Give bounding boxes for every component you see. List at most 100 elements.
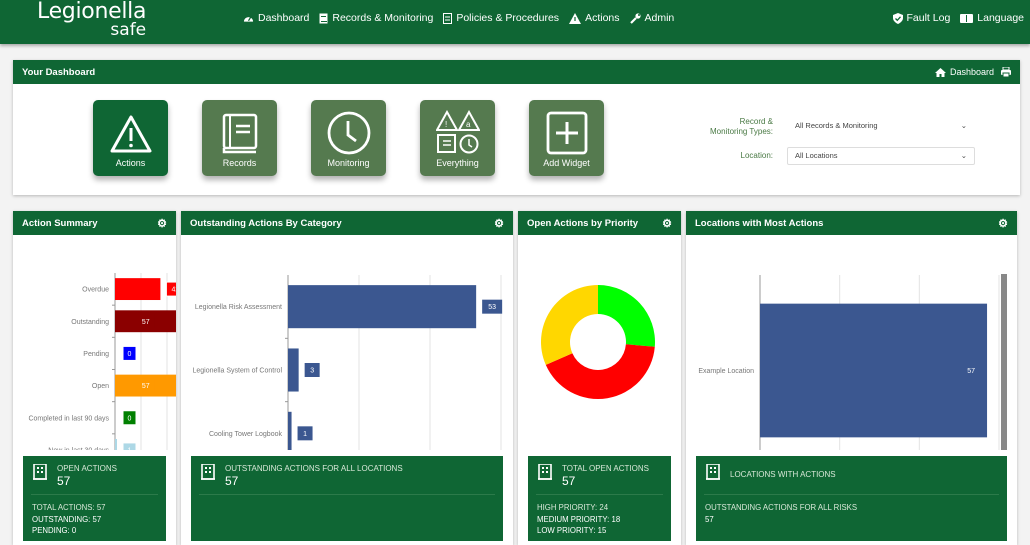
- gear-icon[interactable]: ⚙: [998, 217, 1008, 230]
- location-select[interactable]: All Locations ⌄: [787, 147, 975, 165]
- nav-dashboard[interactable]: Dashboard: [243, 12, 309, 24]
- warning-icon: [110, 115, 151, 153]
- widget-title: Locations with Most Actions: [695, 217, 824, 229]
- summary-line: PENDING: 0: [32, 526, 77, 535]
- tile-label: Everything: [436, 158, 479, 168]
- widget-locations: Locations with Most Actions ⚙ Example Loc…: [686, 211, 1017, 545]
- tile-label: Actions: [115, 158, 146, 168]
- dashboard-icon: [243, 13, 254, 23]
- category-label: Legionella System of Control: [193, 368, 283, 375]
- bar: [288, 348, 299, 392]
- tile-monitoring[interactable]: Monitoring: [311, 100, 386, 176]
- select-value: All Records & Monitoring: [795, 121, 878, 130]
- donut-slice-medium: [541, 285, 598, 365]
- panel-title: Your Dashboard: [22, 66, 96, 78]
- category-label: New in last 30 days: [48, 447, 109, 450]
- action-summary-chart: Overdue 42 Outstanding 57 Pending 0 Open 57 Comp…: [28, 273, 185, 470]
- data-label: 3: [310, 368, 314, 375]
- data-label: 57: [142, 319, 150, 326]
- summary-value: 57: [225, 474, 239, 488]
- bar: [288, 411, 292, 455]
- dashboard-link[interactable]: Dashboard: [950, 67, 994, 77]
- data-label: 57: [967, 368, 975, 375]
- data-label: 0: [128, 351, 132, 358]
- summary-line: OUTSTANDING: 57: [32, 514, 102, 524]
- data-label: 1: [303, 431, 307, 438]
- nav-label: Language: [977, 12, 1024, 24]
- nav-actions[interactable]: Actions: [569, 12, 620, 24]
- nav-admin[interactable]: Admin: [629, 12, 675, 24]
- plus-icon: [546, 111, 587, 155]
- donut-slice-low: [598, 285, 655, 347]
- language-icon: [960, 13, 974, 23]
- gear-icon[interactable]: ⚙: [662, 217, 672, 230]
- scrollbar: [1001, 274, 1007, 465]
- category-label: Completed in last 90 days: [28, 415, 109, 422]
- summary-title: OPEN ACTIONS: [57, 464, 118, 473]
- widget-by-priority: Open Actions by Priority ⚙ TOTAL OPEN ACT…: [518, 211, 681, 545]
- summary-line: MEDIUM PRIORITY: 18: [537, 514, 621, 524]
- record-types-select[interactable]: All Records & Monitoring ⌄: [787, 117, 975, 135]
- tile-add-widget[interactable]: Add Widget: [529, 100, 604, 176]
- open-actions-summary: OPEN ACTIONS 57 TOTAL ACTIONS: 57 OUTSTAN…: [23, 456, 166, 541]
- svg-text:!: !: [445, 120, 447, 129]
- bar: [288, 285, 477, 329]
- warning-icon: [569, 12, 582, 24]
- select-value: All Locations: [795, 151, 838, 160]
- summary-value: 57: [562, 474, 576, 488]
- nav-label: Dashboard: [258, 12, 310, 24]
- outstanding-summary: OUTSTANDING ACTIONS FOR ALL LOCATIONS 57: [191, 456, 503, 541]
- clock-icon: [327, 111, 370, 155]
- category-label: Overdue: [82, 287, 109, 294]
- tile-actions[interactable]: Actions: [93, 100, 168, 176]
- tile-label: Records: [222, 158, 257, 168]
- logo[interactable]: Legionella safe: [37, 0, 146, 39]
- filter-label: Location:: [740, 151, 773, 160]
- tile-label: Add Widget: [543, 158, 590, 168]
- gear-icon[interactable]: ⚙: [157, 217, 167, 230]
- widget-title: Outstanding Actions By Category: [190, 217, 342, 229]
- logo-line2: safe: [110, 20, 147, 40]
- svg-text:a: a: [466, 120, 471, 129]
- bar: [760, 303, 988, 438]
- widget-by-category: Outstanding Actions By Category ⚙ Legione…: [181, 211, 513, 545]
- summary-line: 57: [705, 514, 714, 524]
- summary-line: HIGH PRIORITY: 24: [537, 503, 609, 512]
- data-label: 0: [128, 415, 132, 422]
- priority-donut-chart: [541, 285, 655, 399]
- tile-everything[interactable]: ! a Everything: [420, 100, 495, 176]
- nav-records-monitoring[interactable]: Records & Monitoring: [319, 12, 433, 24]
- category-label: Example Location: [698, 368, 754, 375]
- data-label: 57: [142, 383, 150, 390]
- summary-title: TOTAL OPEN ACTIONS: [562, 464, 649, 473]
- shield-icon: [892, 12, 903, 24]
- dashboard-panel: Your Dashboard Dashboard Actions Records…: [13, 60, 1020, 195]
- home-icon: [934, 67, 946, 77]
- summary-title: OUTSTANDING ACTIONS FOR ALL LOCATIONS: [225, 464, 403, 473]
- nav-label: Admin: [644, 12, 675, 24]
- summary-value: 57: [57, 474, 71, 488]
- filter-label: Record & Monitoring Types:: [710, 117, 773, 136]
- dashboard-header: Your Dashboard Dashboard: [13, 60, 1020, 84]
- nav-language[interactable]: Language: [960, 12, 1024, 24]
- data-label: 42: [172, 287, 176, 294]
- tile-records[interactable]: Records: [202, 100, 277, 176]
- nav-label: Policies & Procedures: [456, 12, 560, 24]
- nav-fault-log[interactable]: Fault Log: [892, 12, 950, 24]
- print-icon[interactable]: [1001, 67, 1011, 77]
- gear-icon[interactable]: ⚙: [494, 217, 504, 230]
- nav-label: Records & Monitoring: [332, 12, 434, 24]
- bar: [115, 278, 161, 301]
- nav-policies[interactable]: Policies & Procedures: [443, 12, 559, 24]
- chevron-down-icon: ⌄: [960, 121, 967, 130]
- book-icon: [319, 13, 328, 24]
- priority-summary: TOTAL OPEN ACTIONS 57 HIGH PRIORITY: 24 M…: [528, 456, 671, 541]
- document-icon: [443, 12, 453, 24]
- building-icon: [33, 463, 47, 485]
- category-label: Outstanding: [71, 319, 109, 326]
- locations-chart: Example Location 57: [698, 274, 1007, 470]
- book-icon: [222, 113, 257, 154]
- by-category-chart: Legionella Risk Assessment 53 Legionella S…: [193, 275, 503, 469]
- nav-label: Actions: [585, 12, 620, 24]
- chevron-down-icon: ⌄: [960, 151, 967, 160]
